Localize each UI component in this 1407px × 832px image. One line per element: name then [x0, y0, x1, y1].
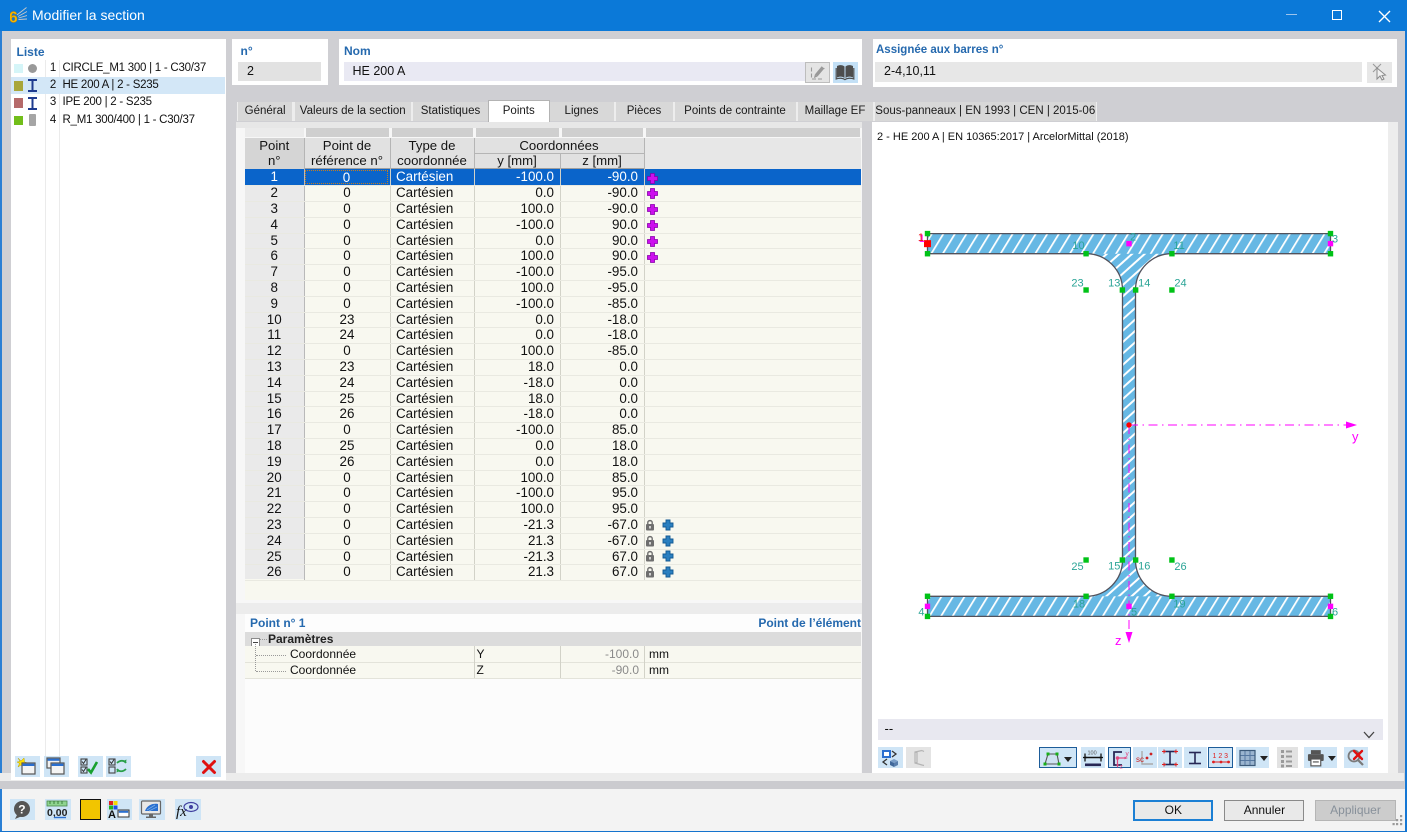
- svg-text:13: 13: [1108, 277, 1120, 289]
- svg-text:?: ?: [18, 802, 25, 816]
- svg-text:6: 6: [1332, 606, 1338, 618]
- svg-text:11: 11: [1173, 240, 1184, 252]
- svg-text:25: 25: [1071, 561, 1083, 573]
- svg-text:23: 23: [1071, 277, 1083, 289]
- svg-text:6: 6: [10, 10, 18, 26]
- svg-text:3: 3: [1332, 233, 1338, 245]
- svg-text:26: 26: [1174, 561, 1186, 573]
- svg-text:sc: sc: [1136, 755, 1144, 764]
- svg-text:100: 100: [1087, 751, 1096, 757]
- svg-text:15: 15: [1108, 560, 1120, 572]
- svg-text:18: 18: [1073, 598, 1085, 610]
- svg-text:z: z: [1120, 764, 1123, 770]
- svg-text:y: y: [1126, 751, 1130, 758]
- svg-text:1 2 3: 1 2 3: [1212, 753, 1228, 760]
- svg-text:10: 10: [1072, 240, 1084, 252]
- svg-text:2: 2: [1130, 231, 1136, 243]
- svg-text:A: A: [108, 809, 116, 820]
- svg-text:14: 14: [1138, 277, 1150, 289]
- svg-text:y: y: [1352, 429, 1359, 444]
- svg-text:5: 5: [1131, 606, 1137, 618]
- svg-text:19: 19: [1173, 598, 1185, 610]
- svg-text:1: 1: [918, 232, 924, 244]
- svg-text:z: z: [1115, 633, 1122, 648]
- svg-text:16: 16: [1138, 560, 1150, 572]
- svg-text:24: 24: [1174, 277, 1186, 289]
- svg-text:4: 4: [918, 606, 924, 618]
- svg-text:fx: fx: [176, 804, 187, 820]
